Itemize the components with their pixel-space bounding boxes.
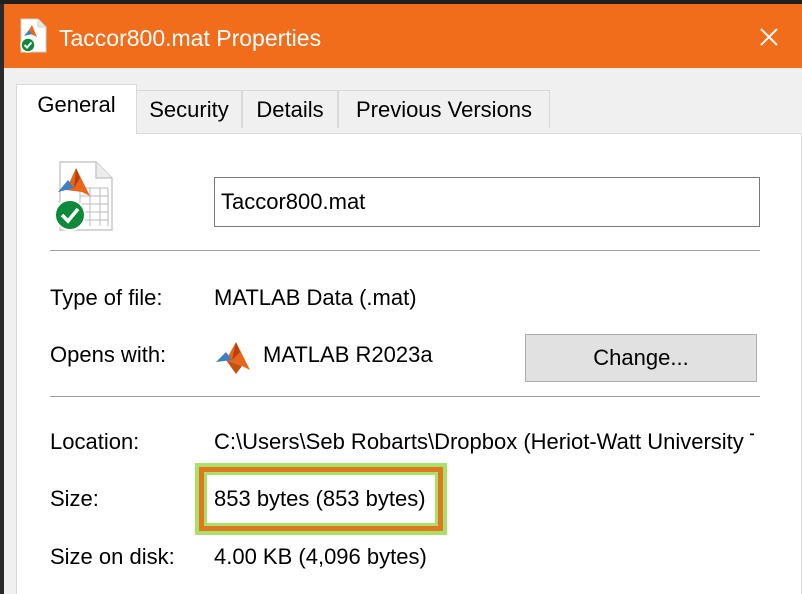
tab-details[interactable]: Details (242, 90, 338, 128)
window-title: Taccor800.mat Properties (59, 25, 322, 51)
tab-general[interactable]: General (16, 84, 137, 134)
opens-with-value: MATLAB R2023a (263, 342, 433, 367)
tab-bar: General Security Details Previous Versio… (16, 84, 802, 134)
divider (50, 396, 760, 397)
file-name-input[interactable] (214, 177, 760, 227)
tab-security[interactable]: Security (136, 90, 242, 128)
divider (50, 250, 760, 251)
opens-with-label: Opens with: (50, 342, 167, 367)
size-on-disk-value: 4.00 KB (4,096 bytes) (214, 544, 427, 569)
title-bar[interactable]: Taccor800.mat Properties (4, 4, 802, 68)
change-button[interactable]: Change... (525, 334, 757, 382)
location-label: Location: (50, 429, 140, 454)
location-value[interactable]: C:\Users\Seb Robarts\Dropbox (Heriot-Wat… (214, 428, 754, 456)
type-of-file-value: MATLAB Data (.mat) (214, 285, 417, 310)
tab-previous-versions[interactable]: Previous Versions (338, 90, 550, 128)
window-file-icon (20, 18, 47, 53)
properties-dialog: Taccor800.mat Properties General Securit… (4, 4, 802, 594)
size-label: Size: (50, 486, 99, 511)
size-on-disk-label: Size on disk: (50, 544, 175, 569)
matlab-data-file-icon (54, 161, 113, 231)
close-icon[interactable] (752, 20, 786, 54)
size-value: 853 bytes (853 bytes) (214, 486, 426, 511)
matlab-logo-icon (216, 342, 250, 374)
type-of-file-label: Type of file: (50, 285, 163, 310)
